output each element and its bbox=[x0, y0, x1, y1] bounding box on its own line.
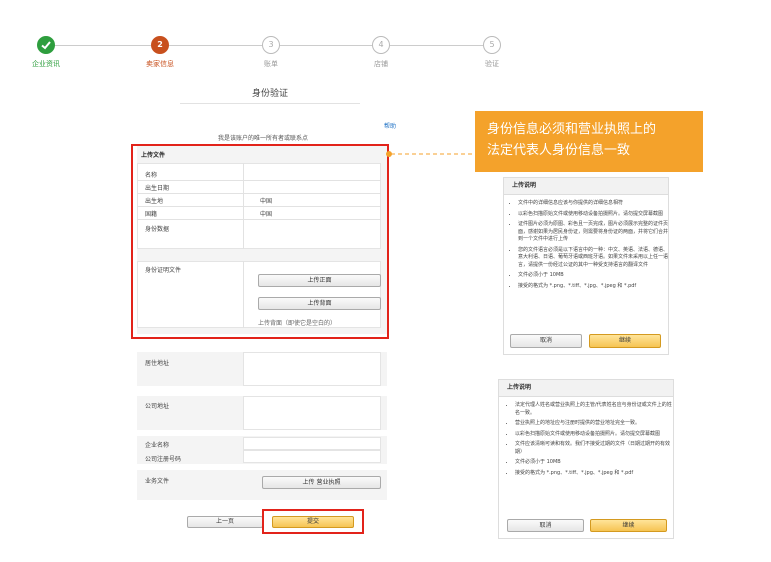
step-1-check-icon bbox=[37, 36, 55, 54]
list-item: 接受的格式为 *.png、*.tiff、*.jpg、*.jpeg 和 *.pdf bbox=[515, 470, 673, 478]
callout-line-1: 身份信息必须和营业执照上的 bbox=[487, 122, 657, 137]
list-item: 以彩色扫描原始文件或使用移动设备拍摄照片。请勿提交屏幕截图 bbox=[518, 211, 668, 219]
business-docs-label: 业务文件 bbox=[145, 478, 170, 485]
owner-statement: 我是该账户的唯一所有者或联系点 bbox=[218, 135, 309, 142]
residence-input[interactable] bbox=[243, 352, 381, 386]
list-item: 文件必须小于 10MB bbox=[515, 459, 673, 467]
step-3-number: 3 bbox=[262, 36, 280, 54]
callout-note: 身份信息必须和营业执照上的 法定代表人身份信息一致 bbox=[475, 111, 703, 172]
panel-1-continue-button[interactable]: 继续 bbox=[589, 334, 661, 348]
submit-highlight bbox=[262, 509, 364, 534]
residence-label: 居住地址 bbox=[145, 360, 170, 367]
panel-1-title: 上传说明 bbox=[504, 178, 668, 195]
list-item: 法定代理人姓名或营业执照上的主管/代表姓名应与身份证或文件上的姓名一致。 bbox=[515, 402, 673, 417]
upload-instructions-panel-2: 上传说明 法定代理人姓名或营业执照上的主管/代表姓名应与身份证或文件上的姓名一致… bbox=[498, 379, 674, 539]
page-title: 身份验证 bbox=[251, 89, 288, 99]
help-link[interactable]: 帮助 bbox=[384, 121, 396, 130]
upload-license-button[interactable]: 上传 营业执照 bbox=[262, 476, 381, 489]
step-1-label: 企业资讯 bbox=[32, 60, 60, 68]
company-reg-label: 公司注册号码 bbox=[145, 456, 182, 463]
list-item: 文件应该清晰可读和有效。我们不接受过期的文件（日期过期开的有效期） bbox=[515, 441, 673, 456]
list-item: 文件必须小于 10MB bbox=[518, 272, 668, 280]
step-2-label: 卖家信息 bbox=[146, 60, 174, 68]
step-5-number: 5 bbox=[483, 36, 501, 54]
panel-2-list: 法定代理人姓名或营业执照上的主管/代表姓名应与身份证或文件上的姓名一致。 营业执… bbox=[505, 402, 673, 480]
divider bbox=[180, 103, 360, 104]
company-address-label: 公司地址 bbox=[145, 403, 170, 410]
step-4-label: 店铺 bbox=[374, 60, 388, 68]
list-item: 证件图片必须为原图、彩色且一页完成，图片必须展示完整的证件页面，感谢如果为居民身… bbox=[518, 221, 668, 244]
step-connector bbox=[55, 45, 151, 46]
step-3-label: 账单 bbox=[264, 60, 278, 68]
step-2-number: 2 bbox=[151, 36, 169, 54]
company-name-label: 企业名称 bbox=[145, 442, 170, 449]
step-connector bbox=[390, 45, 483, 46]
panel-1-list: 文件中的详细信息应该与你提供的详细信息相符 以彩色扫描原始文件或使用移动设备拍摄… bbox=[508, 200, 668, 293]
step-5-label: 验证 bbox=[485, 60, 499, 68]
callout-connector bbox=[386, 151, 473, 157]
upload-instructions-panel-1: 上传说明 文件中的详细信息应该与你提供的详细信息相符 以彩色扫描原始文件或使用移… bbox=[503, 177, 669, 355]
list-item: 接受的格式为 *.png、*.tiff、*.jpg、*.jpeg 和 *.pdf bbox=[518, 283, 668, 291]
previous-page-button[interactable]: 上一页 bbox=[187, 516, 263, 528]
step-4-number: 4 bbox=[372, 36, 390, 54]
panel-2-continue-button[interactable]: 继续 bbox=[590, 519, 667, 532]
panel-2-cancel-button[interactable]: 取消 bbox=[507, 519, 584, 532]
panel-1-cancel-button[interactable]: 取消 bbox=[510, 334, 582, 348]
list-item: 以彩色扫描原始文件或使用移动设备拍摄照片。请勿提交屏幕截图 bbox=[515, 431, 673, 439]
company-name-input[interactable] bbox=[243, 437, 381, 450]
company-address-input[interactable] bbox=[243, 396, 381, 430]
step-connector bbox=[169, 45, 262, 46]
list-item: 营业执照上的地址应与注册时提供的营业地址完全一致。 bbox=[515, 420, 673, 428]
upload-section-highlight bbox=[131, 144, 389, 339]
panel-2-title: 上传说明 bbox=[499, 380, 673, 397]
list-item: 您的文件语言必须是以下语言中的一种：中文、英语、法语、德语、意大利语、日语、葡萄… bbox=[518, 247, 668, 270]
company-reg-input[interactable] bbox=[243, 450, 381, 463]
step-connector bbox=[280, 45, 372, 46]
callout-line-2: 法定代表人身份信息一致 bbox=[487, 143, 631, 158]
list-item: 文件中的详细信息应该与你提供的详细信息相符 bbox=[518, 200, 668, 208]
